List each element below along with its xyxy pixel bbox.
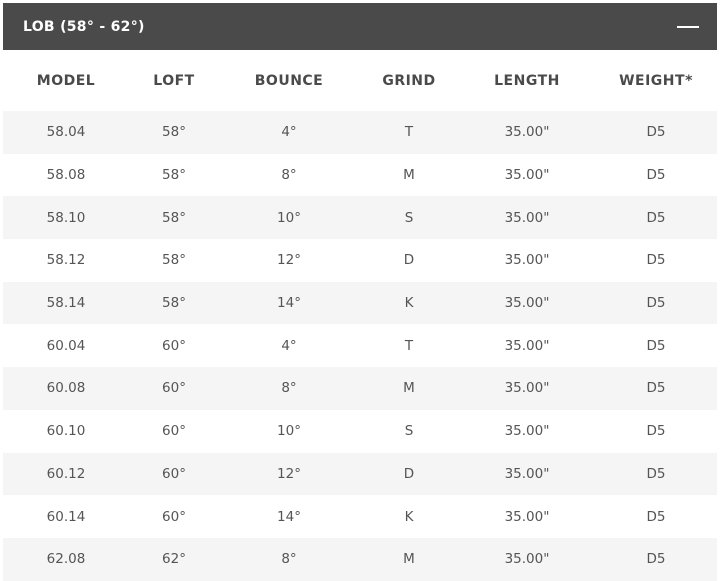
cell-model: 58.08 bbox=[3, 153, 129, 197]
cell-model: 60.10 bbox=[3, 409, 129, 453]
cell-weight: D5 bbox=[595, 537, 717, 581]
cell-bounce: 4° bbox=[219, 111, 359, 154]
cell-bounce: 10° bbox=[219, 196, 359, 240]
table-row: 60.10 60° 10° S 35.00" D5 bbox=[3, 409, 717, 453]
cell-model: 58.12 bbox=[3, 239, 129, 282]
cell-length: 35.00" bbox=[459, 324, 595, 368]
cell-length: 35.00" bbox=[459, 409, 595, 453]
cell-bounce: 14° bbox=[219, 495, 359, 538]
minus-icon[interactable] bbox=[677, 25, 699, 28]
cell-bounce: 10° bbox=[219, 409, 359, 453]
cell-bounce: 12° bbox=[219, 239, 359, 282]
cell-loft: 60° bbox=[129, 409, 219, 453]
column-header-grind: GRIND bbox=[382, 72, 436, 89]
table-row: 60.14 60° 14° K 35.00" D5 bbox=[3, 495, 717, 538]
table-row: 60.08 60° 8° M 35.00" D5 bbox=[3, 367, 717, 410]
cell-bounce: 14° bbox=[219, 281, 359, 325]
cell-grind: M bbox=[359, 367, 459, 410]
cell-bounce: 4° bbox=[219, 324, 359, 368]
cell-grind: K bbox=[359, 281, 459, 325]
cell-grind: S bbox=[359, 196, 459, 240]
table-row: 58.04 58° 4° T 35.00" D5 bbox=[3, 111, 717, 154]
column-header-loft: LOFT bbox=[153, 72, 195, 89]
section-header[interactable]: LOB (58° - 62°) bbox=[3, 3, 717, 50]
cell-weight: D5 bbox=[595, 367, 717, 410]
cell-model: 62.08 bbox=[3, 537, 129, 581]
cell-length: 35.00" bbox=[459, 367, 595, 410]
cell-grind: T bbox=[359, 324, 459, 368]
cell-length: 35.00" bbox=[459, 452, 595, 496]
cell-bounce: 8° bbox=[219, 153, 359, 197]
cell-loft: 58° bbox=[129, 239, 219, 282]
cell-bounce: 12° bbox=[219, 452, 359, 496]
cell-loft: 58° bbox=[129, 153, 219, 197]
table-row: 60.12 60° 12° D 35.00" D5 bbox=[3, 452, 717, 496]
column-header-weight: WEIGHT* bbox=[619, 72, 693, 89]
cell-weight: D5 bbox=[595, 196, 717, 240]
cell-model: 58.14 bbox=[3, 281, 129, 325]
cell-length: 35.00" bbox=[459, 281, 595, 325]
cell-model: 60.04 bbox=[3, 324, 129, 368]
cell-length: 35.00" bbox=[459, 196, 595, 240]
cell-length: 35.00" bbox=[459, 537, 595, 581]
cell-loft: 58° bbox=[129, 111, 219, 154]
cell-grind: D bbox=[359, 452, 459, 496]
cell-grind: S bbox=[359, 409, 459, 453]
cell-loft: 60° bbox=[129, 495, 219, 538]
cell-model: 60.12 bbox=[3, 452, 129, 496]
cell-model: 60.08 bbox=[3, 367, 129, 410]
column-header-bounce: BOUNCE bbox=[254, 72, 324, 89]
cell-grind: K bbox=[359, 495, 459, 538]
specs-table: MODEL LOFT BOUNCE GRIND LENGTH WEIGHT* 5… bbox=[3, 50, 717, 581]
cell-model: 58.04 bbox=[3, 111, 129, 154]
cell-length: 35.00" bbox=[459, 153, 595, 197]
section-title: LOB (58° - 62°) bbox=[23, 18, 145, 35]
cell-model: 60.14 bbox=[3, 495, 129, 538]
cell-weight: D5 bbox=[595, 111, 717, 154]
cell-weight: D5 bbox=[595, 153, 717, 197]
table-row: 58.12 58° 12° D 35.00" D5 bbox=[3, 239, 717, 282]
lob-specs-panel: LOB (58° - 62°) MODEL LOFT BOUNCE GRIND … bbox=[3, 3, 717, 581]
cell-grind: M bbox=[359, 537, 459, 581]
table-row: 58.08 58° 8° M 35.00" D5 bbox=[3, 153, 717, 197]
cell-bounce: 8° bbox=[219, 367, 359, 410]
cell-loft: 62° bbox=[129, 537, 219, 581]
cell-grind: D bbox=[359, 239, 459, 282]
table-row: 58.14 58° 14° K 35.00" D5 bbox=[3, 281, 717, 325]
cell-weight: D5 bbox=[595, 324, 717, 368]
cell-bounce: 8° bbox=[219, 537, 359, 581]
cell-loft: 60° bbox=[129, 367, 219, 410]
cell-loft: 60° bbox=[129, 452, 219, 496]
cell-weight: D5 bbox=[595, 452, 717, 496]
cell-loft: 60° bbox=[129, 324, 219, 368]
cell-length: 35.00" bbox=[459, 239, 595, 282]
cell-length: 35.00" bbox=[459, 111, 595, 154]
column-header-model: MODEL bbox=[36, 72, 96, 89]
table-header-row: MODEL LOFT BOUNCE GRIND LENGTH WEIGHT* bbox=[3, 50, 717, 111]
cell-grind: T bbox=[359, 111, 459, 154]
cell-weight: D5 bbox=[595, 239, 717, 282]
cell-weight: D5 bbox=[595, 409, 717, 453]
table-row: 58.10 58° 10° S 35.00" D5 bbox=[3, 196, 717, 240]
cell-length: 35.00" bbox=[459, 495, 595, 538]
table-row: 60.04 60° 4° T 35.00" D5 bbox=[3, 324, 717, 368]
cell-weight: D5 bbox=[595, 281, 717, 325]
cell-grind: M bbox=[359, 153, 459, 197]
cell-weight: D5 bbox=[595, 495, 717, 538]
column-header-length: LENGTH bbox=[494, 72, 560, 89]
cell-model: 58.10 bbox=[3, 196, 129, 240]
cell-loft: 58° bbox=[129, 196, 219, 240]
table-row: 62.08 62° 8° M 35.00" D5 bbox=[3, 537, 717, 581]
cell-loft: 58° bbox=[129, 281, 219, 325]
